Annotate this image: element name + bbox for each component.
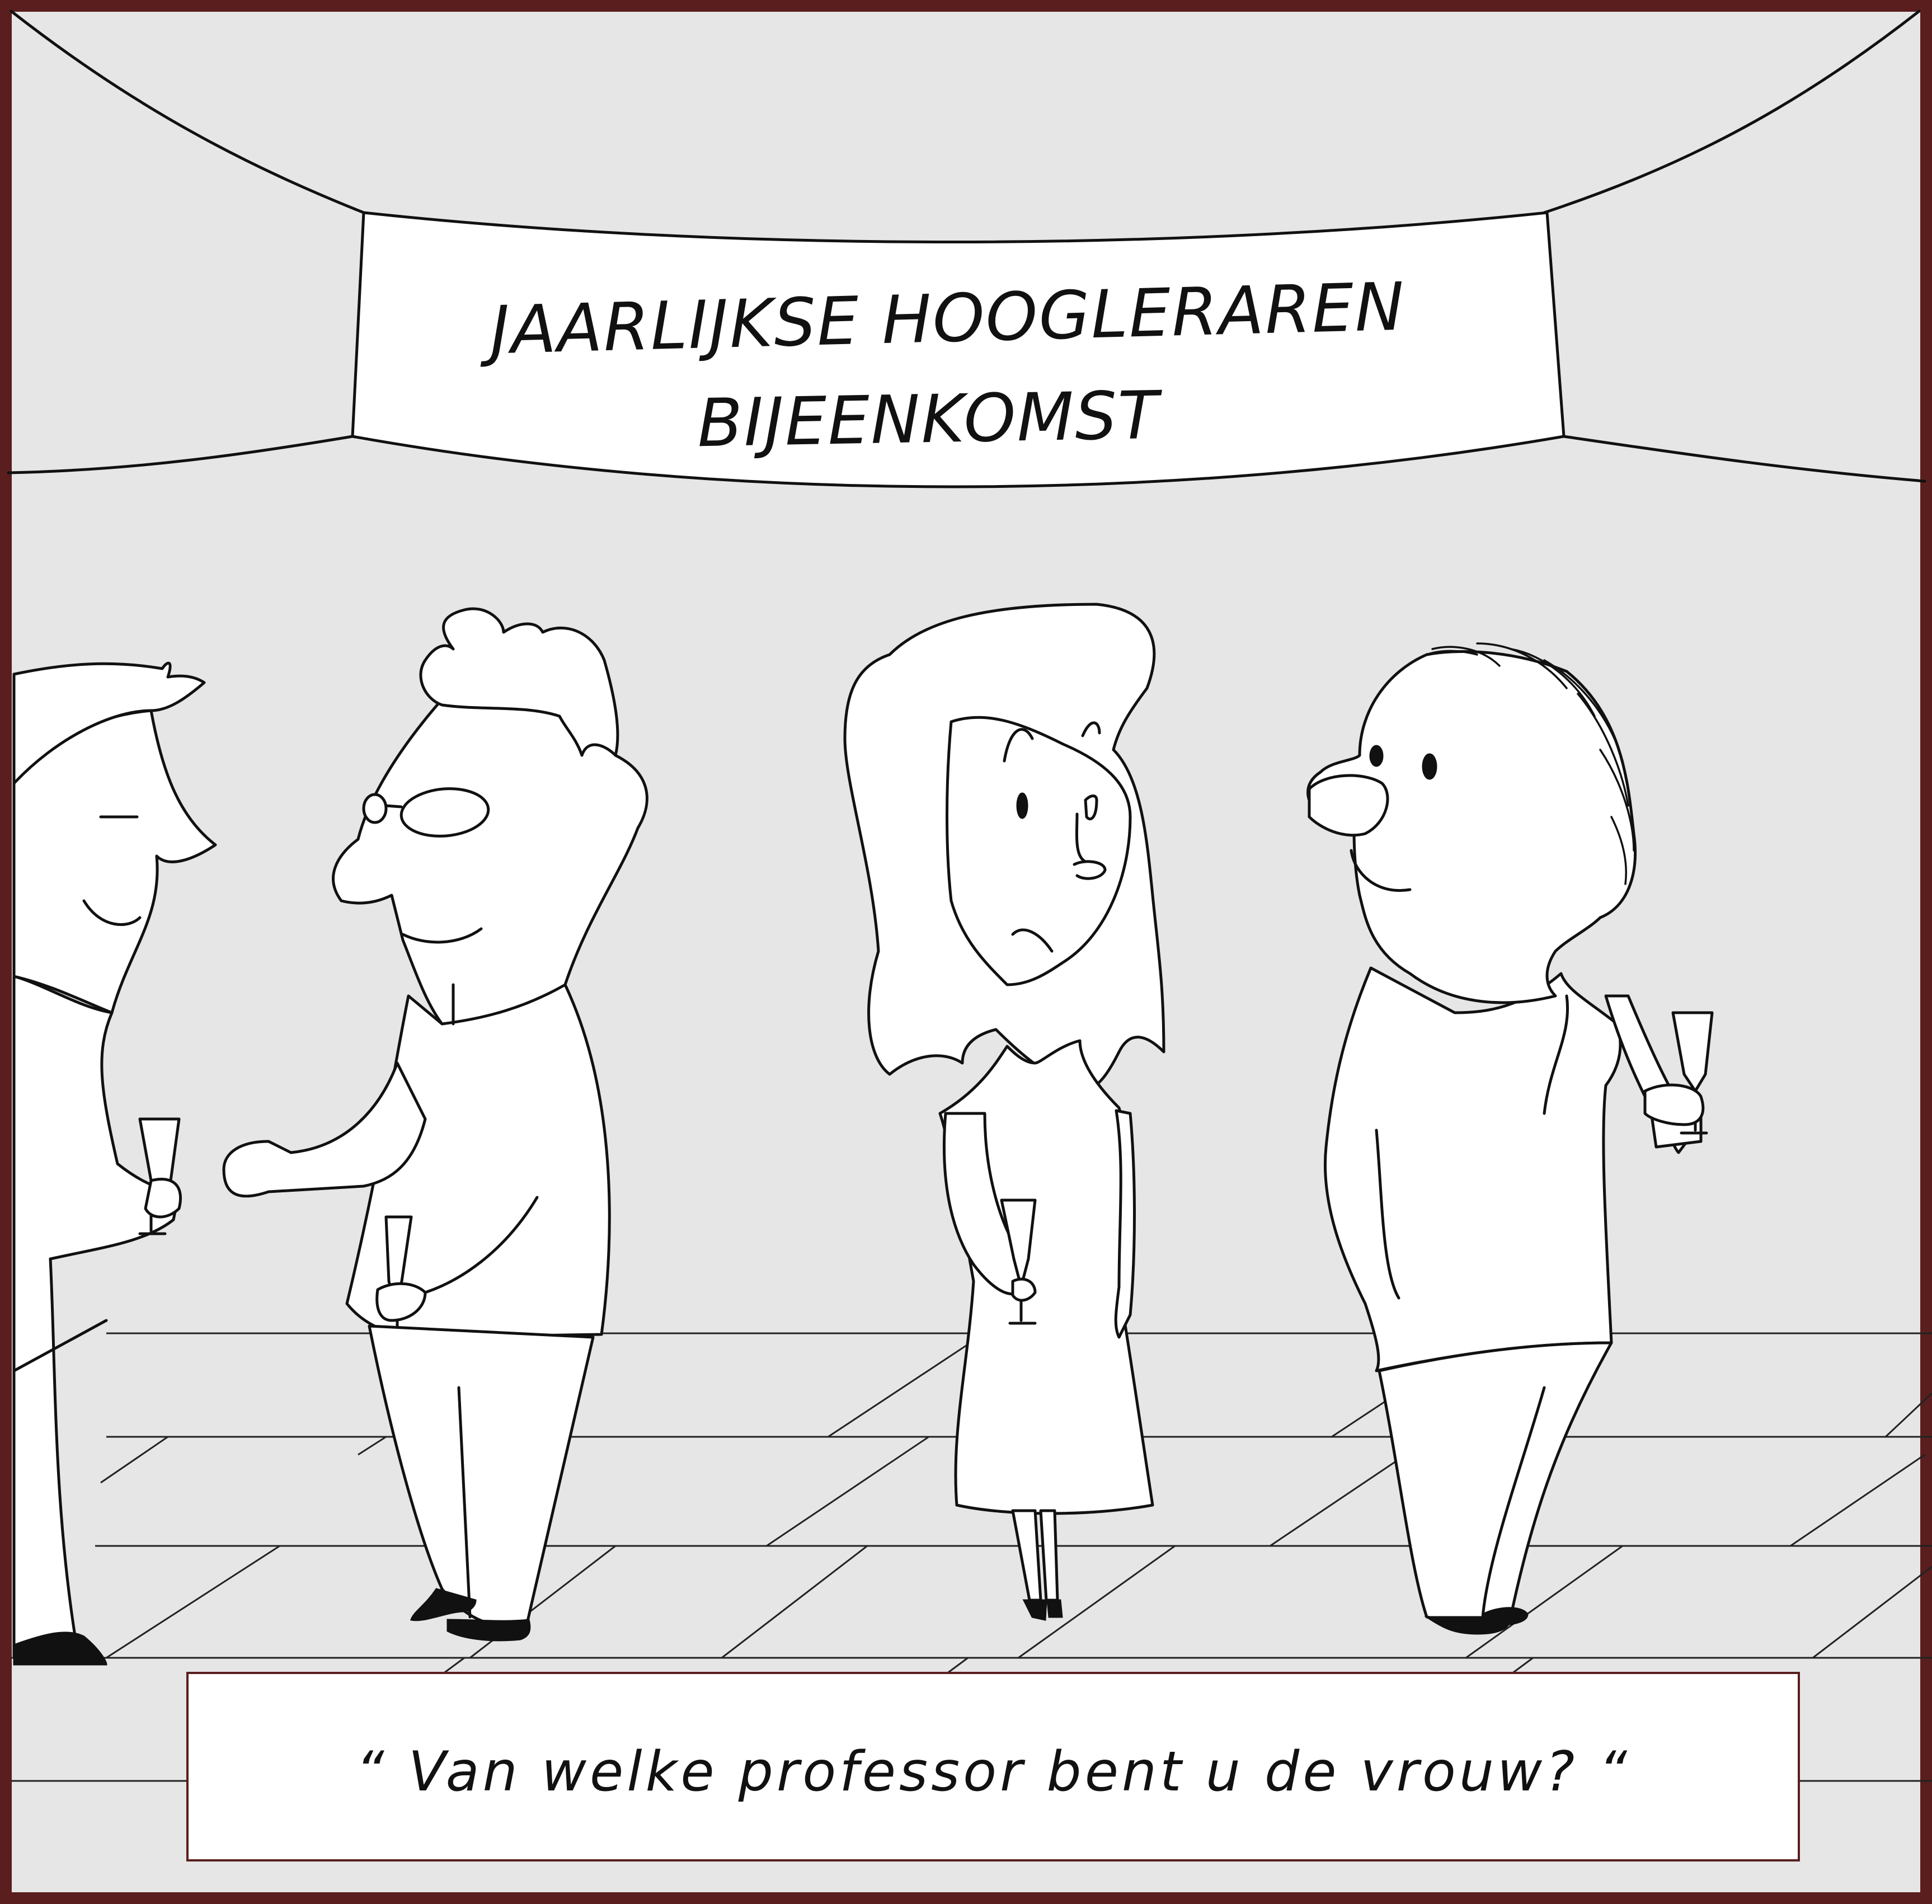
caption-text: “ Van welke professor bent u de vrouw? “ <box>356 1740 1630 1804</box>
banner-title-line2: BIJEENKOMST <box>697 377 1163 462</box>
cartoon-panel: JAARLIJKSE HOOGLERAREN BIJEENKOMST “ Van… <box>0 0 1932 1904</box>
